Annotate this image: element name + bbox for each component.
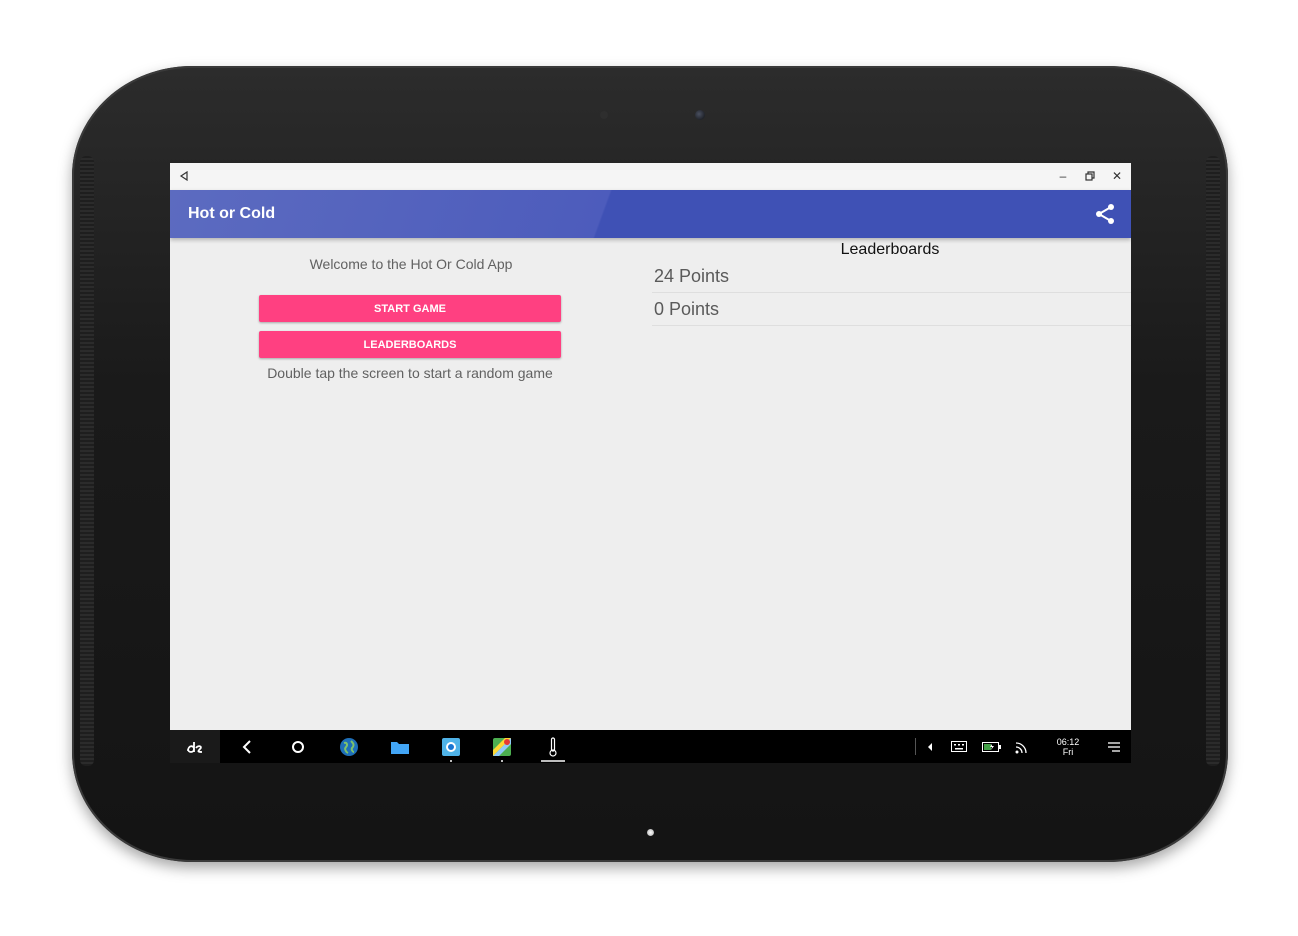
- back-icon[interactable]: [232, 730, 262, 763]
- files-icon[interactable]: [385, 730, 415, 763]
- leaderboard-entry[interactable]: 0 Points: [652, 293, 1131, 326]
- app-toolbar: Hot or Cold: [170, 190, 1131, 238]
- close-glyph: ✕: [1111, 169, 1123, 183]
- left-speaker-grille: [80, 156, 94, 766]
- maps-icon[interactable]: [487, 730, 517, 763]
- share-icon[interactable]: [1093, 202, 1117, 226]
- leaderboard-entry[interactable]: 24 Points: [652, 260, 1131, 293]
- tray-divider: [915, 738, 916, 755]
- camera-icon[interactable]: [436, 730, 466, 763]
- minimize-icon[interactable]: –: [1054, 167, 1072, 185]
- front-camera: [695, 110, 705, 120]
- start-menu-icon[interactable]: [170, 730, 220, 763]
- start-game-button[interactable]: START GAME: [259, 295, 561, 322]
- keyboard-icon[interactable]: [948, 730, 970, 763]
- app-title: Hot or Cold: [188, 205, 276, 222]
- restore-icon[interactable]: [1081, 167, 1099, 185]
- clock-day: Fri: [1062, 747, 1074, 757]
- clock-time: 06:12: [1056, 737, 1080, 747]
- stage: – ✕ Hot or Cold Welcome to the Hot Or Co…: [0, 0, 1298, 936]
- running-indicator: [450, 760, 452, 762]
- wifi-icon: [1012, 730, 1032, 763]
- tray-expand-icon[interactable]: [922, 730, 938, 763]
- hint-text: Double tap the screen to start a random …: [267, 365, 553, 381]
- welcome-text: Welcome to the Hot Or Cold App: [309, 256, 513, 272]
- active-indicator: [541, 760, 565, 762]
- battery-icon: [980, 730, 1004, 763]
- browser-icon[interactable]: [334, 730, 364, 763]
- home-led: [647, 829, 654, 836]
- running-indicator: [501, 760, 503, 762]
- taskbar-clock[interactable]: 06:12 Fri: [1048, 737, 1088, 757]
- leaderboards-title: Leaderboards: [840, 241, 940, 258]
- window-title-bar: – ✕: [170, 163, 1131, 191]
- leaderboards-button[interactable]: LEADERBOARDS: [259, 331, 561, 358]
- proximity-sensor: [600, 111, 608, 119]
- leaderboard-list: 24 Points 0 Points: [652, 260, 1131, 326]
- thermometer-icon[interactable]: [538, 730, 568, 763]
- taskbar: 06:12 Fri: [170, 730, 1131, 763]
- notifications-icon[interactable]: [1102, 730, 1126, 763]
- close-icon[interactable]: ✕: [1108, 167, 1126, 185]
- back-triangle-icon[interactable]: [175, 167, 193, 185]
- minimize-glyph: –: [1059, 169, 1067, 183]
- home-icon[interactable]: [283, 730, 313, 763]
- right-speaker-grille: [1206, 156, 1220, 766]
- screen: – ✕ Hot or Cold Welcome to the Hot Or Co…: [170, 163, 1131, 763]
